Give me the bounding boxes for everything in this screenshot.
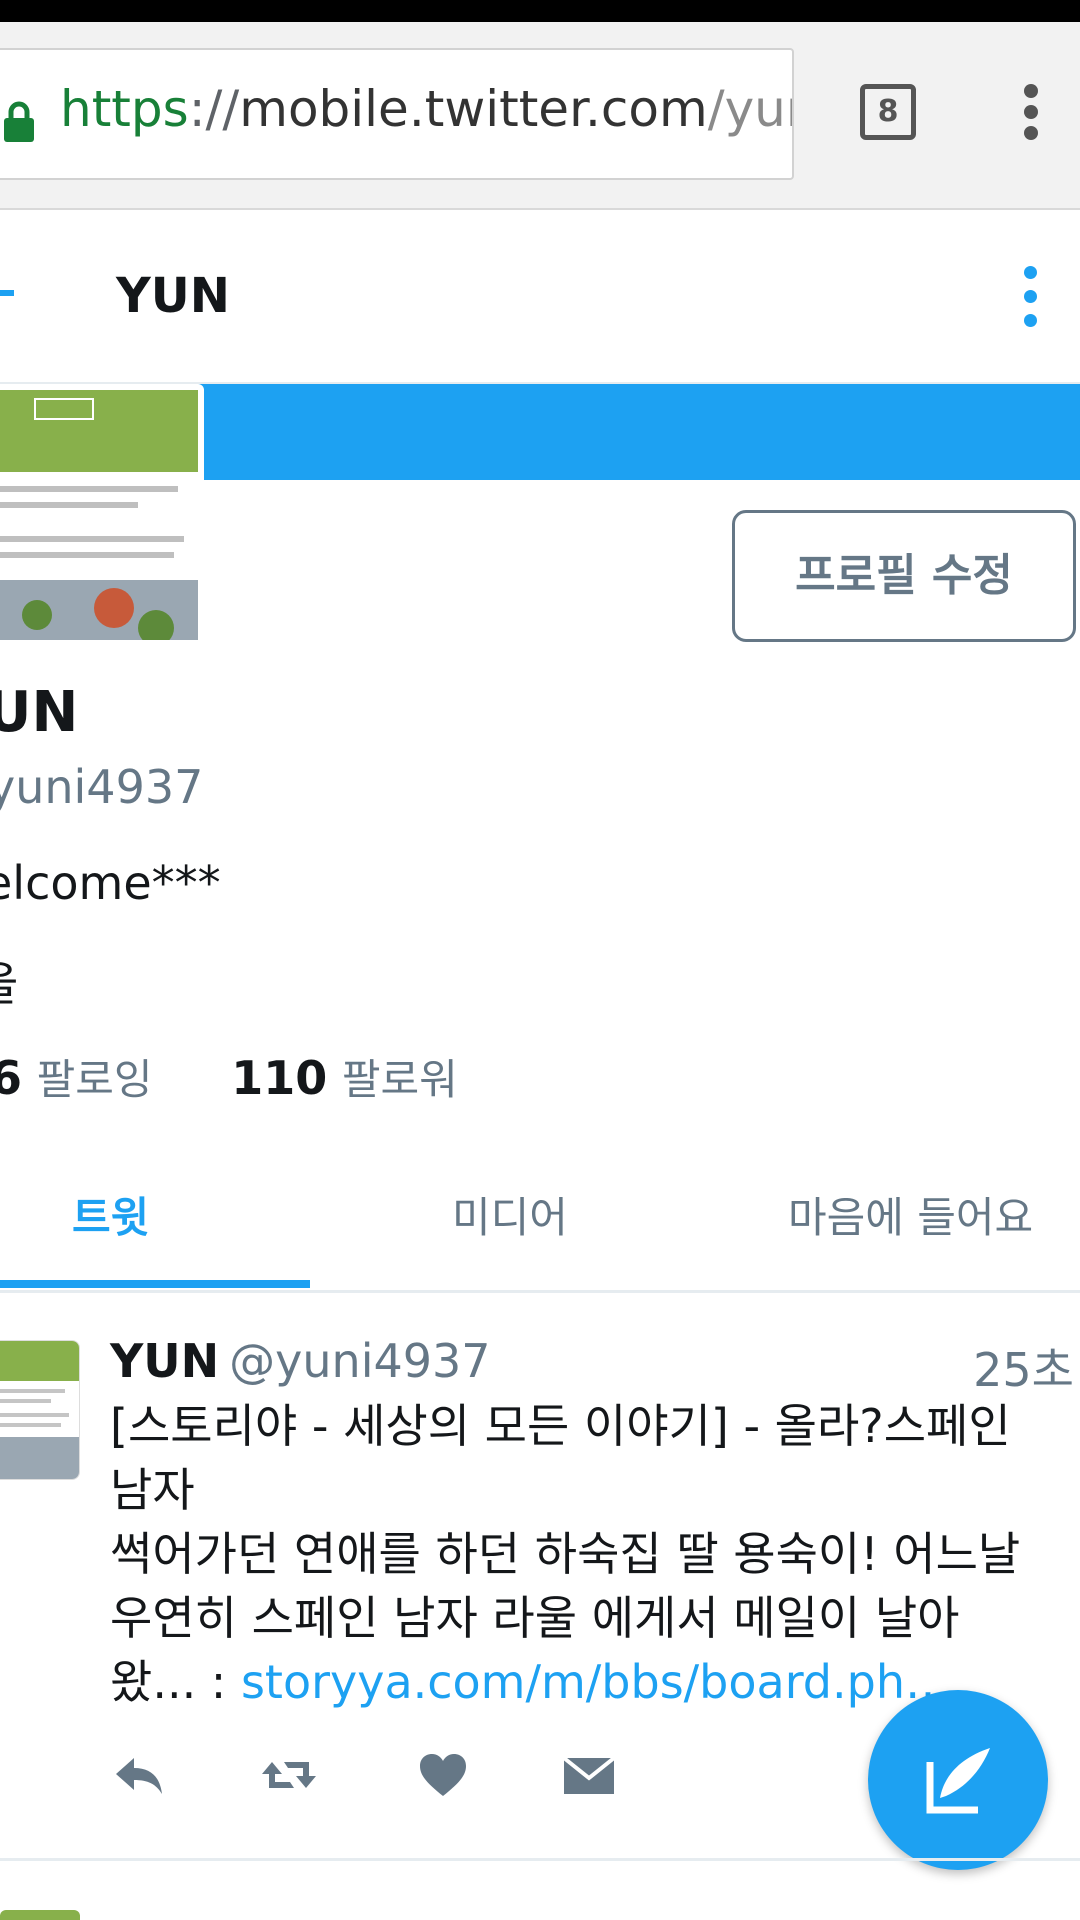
browser-toolbar: https://mobile.twitter.com/yur 8 [0, 22, 1080, 210]
tweet-line: 썩어가던 연애를 하던 하숙집 딸 용숙이! 어느날 [110, 1527, 1021, 1581]
tab-tweets[interactable]: 트윗 [72, 1184, 149, 1245]
profile-bio: elcome*** [0, 856, 221, 910]
next-tweet-peek [0, 1900, 1080, 1920]
url-separator: :// [188, 80, 240, 138]
tweet-line: [스토리야 - 세상의 모든 이야기] - 올라?스페인 [110, 1399, 1011, 1453]
profile-location: 울 [0, 948, 18, 1014]
tweet-header: YUN @yuni4937 [110, 1334, 491, 1388]
following-stat[interactable]: 6 팔로잉 [0, 1046, 153, 1107]
reply-icon[interactable] [112, 1752, 166, 1798]
like-icon[interactable] [416, 1752, 470, 1798]
compose-tweet-button[interactable] [868, 1690, 1048, 1870]
lock-icon [4, 101, 34, 142]
followers-label: 팔로워 [341, 1055, 458, 1104]
tweet-link[interactable]: storyya.com/m/bbs/board.ph… [241, 1655, 951, 1709]
retweet-icon[interactable] [262, 1752, 316, 1798]
tabs-icon[interactable]: 8 [860, 84, 916, 140]
profile-tabs: 트윗 미디어 마음에 들어요 [0, 1140, 1080, 1293]
compose-tweet-icon [926, 1748, 990, 1814]
url-bar[interactable]: https://mobile.twitter.com/yur [0, 48, 794, 180]
active-tab-indicator [0, 1280, 310, 1288]
back-arrow-icon[interactable] [0, 290, 14, 296]
profile-avatar[interactable] [0, 384, 204, 646]
tweet-avatar[interactable] [0, 1340, 80, 1480]
url-scheme: https [60, 80, 189, 138]
profile-name: UN [0, 680, 79, 745]
following-label: 팔로잉 [36, 1055, 153, 1104]
profile-handle: yuni4937 [0, 760, 204, 814]
tab-media[interactable]: 미디어 [452, 1184, 568, 1245]
url-host: mobile.twitter.com [239, 80, 708, 138]
tweet-line: 남자 [110, 1463, 195, 1517]
followers-stat[interactable]: 110 팔로워 [231, 1046, 458, 1107]
url-path: /yur [707, 80, 792, 138]
tweet-divider [0, 1858, 1080, 1861]
follow-stats: 6 팔로잉 110 팔로워 [0, 1046, 458, 1107]
tweet-line-prefix: 왔... : [110, 1655, 241, 1709]
tweet-line: 우연히 스페인 남자 라울 에게서 메일이 날아 [110, 1591, 960, 1645]
direct-message-icon[interactable] [562, 1752, 616, 1798]
tab-likes[interactable]: 마음에 들어요 [788, 1184, 1033, 1245]
profile-menu-icon[interactable] [1018, 266, 1042, 332]
more-vert-icon[interactable] [1016, 84, 1046, 144]
tweet-text: [스토리야 - 세상의 모든 이야기] - 올라?스페인 남자 썩어가던 연애를… [110, 1394, 1070, 1714]
status-bar [0, 0, 1080, 22]
followers-count: 110 [231, 1051, 328, 1105]
following-count: 6 [0, 1051, 23, 1105]
tweet-author[interactable]: YUN [110, 1334, 219, 1388]
tweet-handle[interactable]: @yuni4937 [229, 1334, 490, 1388]
header-title: YUN [116, 268, 230, 324]
url-text: https://mobile.twitter.com/yur [60, 80, 792, 138]
edit-profile-button[interactable]: 프로필 수정 [732, 510, 1076, 642]
tweet-timestamp: 25초 [973, 1343, 1074, 1397]
